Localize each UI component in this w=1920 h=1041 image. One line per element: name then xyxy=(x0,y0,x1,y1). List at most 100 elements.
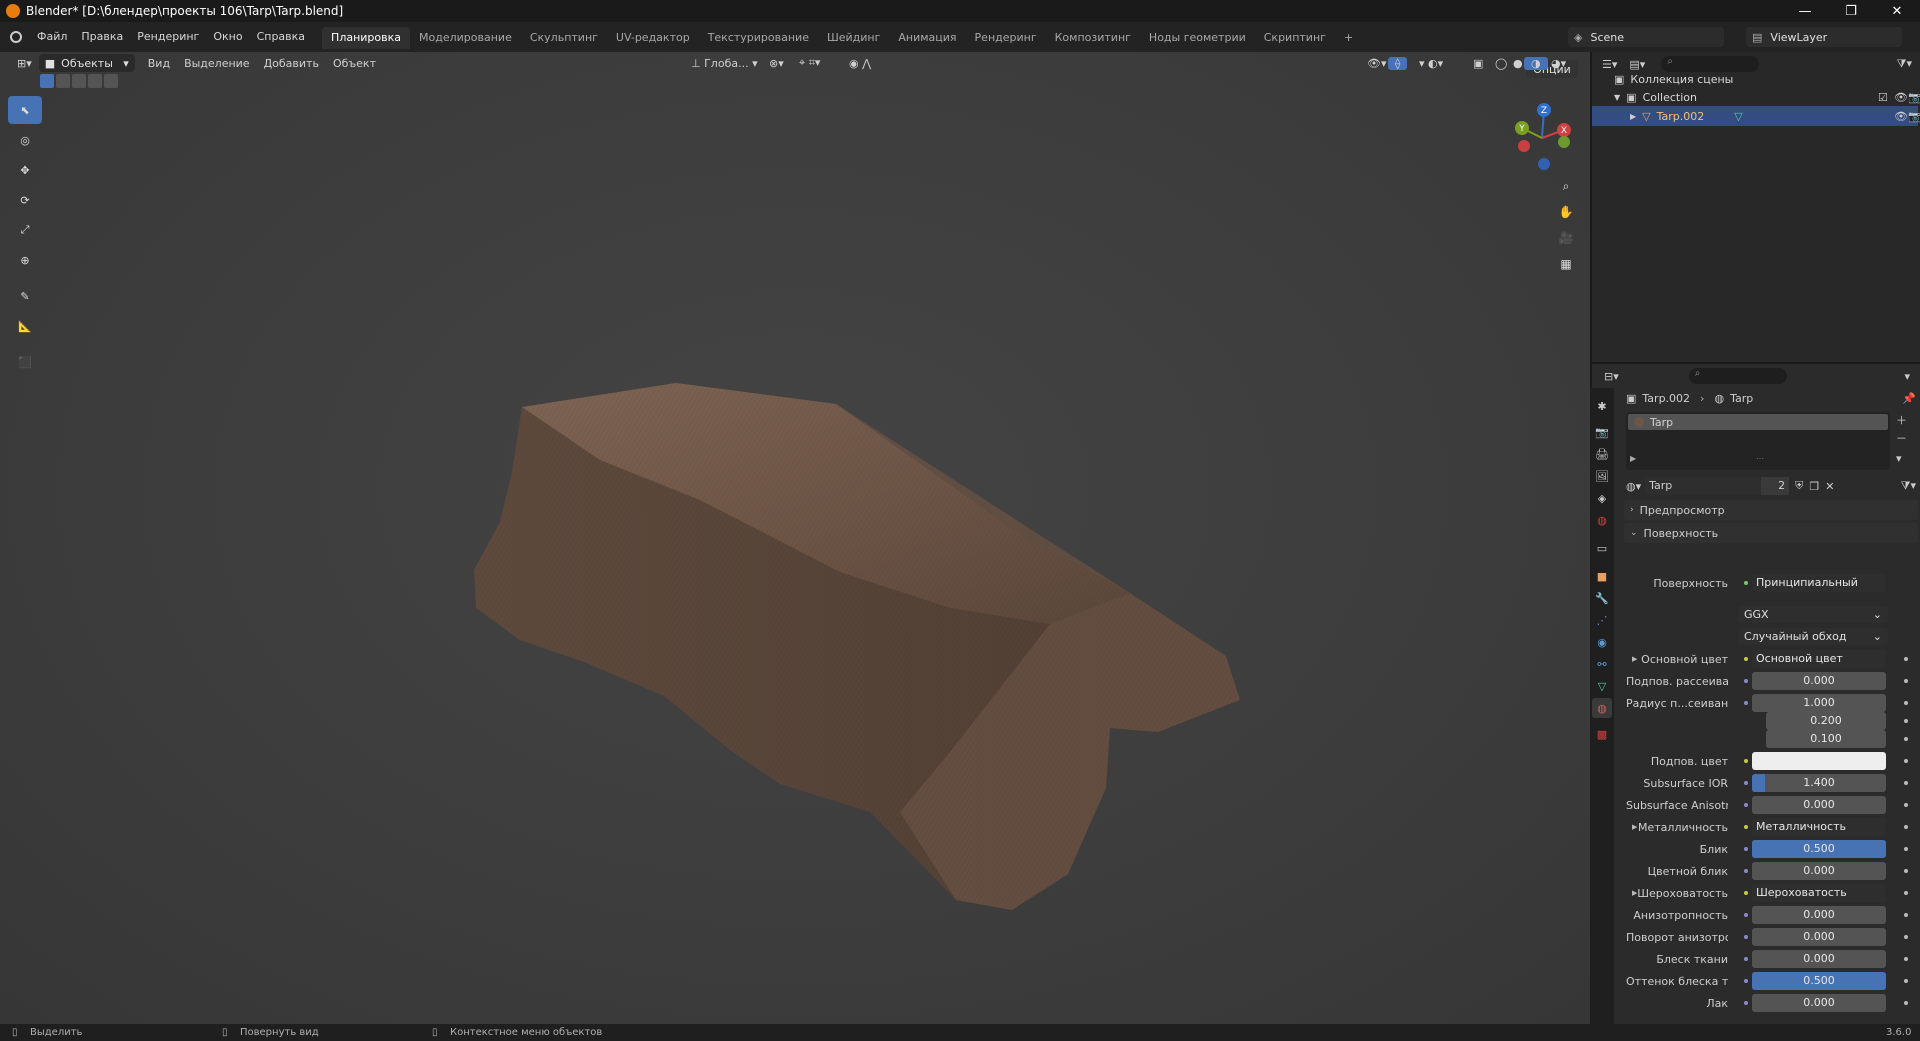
select-intersect-icon[interactable] xyxy=(104,74,118,88)
keyframe-dot-icon[interactable] xyxy=(1904,869,1908,873)
workspace-tab-geometry-nodes[interactable]: Ноды геометрии xyxy=(1140,27,1255,49)
checkbox-icon[interactable]: ☑ xyxy=(1878,91,1888,104)
material-slot-item[interactable]: Tarp xyxy=(1628,414,1888,430)
linked-input-field[interactable]: Металличность xyxy=(1752,818,1886,836)
socket-dot-icon[interactable] xyxy=(1744,869,1748,873)
keyframe-dot-icon[interactable] xyxy=(1904,679,1908,683)
menu-render[interactable]: Рендеринг xyxy=(130,22,206,52)
transform-orientation[interactable]: ⊥ Глоба... ▾ xyxy=(684,57,765,70)
material-users-count[interactable]: 2 xyxy=(1761,477,1790,495)
menu-select[interactable]: Выделение xyxy=(177,57,257,70)
transform-tool[interactable]: ⊕ xyxy=(8,246,42,274)
numeric-field[interactable]: 0.000 xyxy=(1752,950,1886,968)
scene-selector[interactable]: ◈ Scene xyxy=(1568,27,1724,47)
camera-icon[interactable]: 🎥 xyxy=(1554,226,1578,250)
slot-menu-icon[interactable]: ▾ xyxy=(1896,452,1902,465)
surface-shader-field[interactable]: Принципиальный BSDF xyxy=(1752,574,1886,592)
chevron-down-icon[interactable]: ▾ xyxy=(1904,370,1910,383)
select-invert-icon[interactable] xyxy=(88,74,102,88)
properties-editor-icon[interactable]: ⊟▾ xyxy=(1604,370,1619,383)
numeric-field[interactable]: 0.100 xyxy=(1766,730,1886,748)
minimize-button[interactable]: — xyxy=(1782,0,1828,22)
pin-icon[interactable]: 📌 xyxy=(1902,392,1916,405)
annotate-tool[interactable]: ✎ xyxy=(8,282,42,310)
add-slot-button[interactable]: ＋ xyxy=(1896,412,1907,428)
panel-surface[interactable]: ⌄ Поверхность xyxy=(1624,523,1918,543)
workspace-tab-animation[interactable]: Анимация xyxy=(889,27,965,49)
output-tab-icon[interactable]: 🖨 xyxy=(1592,444,1612,464)
socket-dot-icon[interactable] xyxy=(1744,979,1748,983)
socket-dot-icon[interactable] xyxy=(1744,657,1748,661)
view-layer-tab-icon[interactable]: 🖼 xyxy=(1592,466,1612,486)
menu-add[interactable]: Добавить xyxy=(257,57,326,70)
display-mode-icon[interactable]: ▤▾ xyxy=(1629,58,1645,71)
keyframe-dot-icon[interactable] xyxy=(1904,1001,1908,1005)
menu-view[interactable]: Вид xyxy=(141,57,177,70)
outliner-row-scene-collection[interactable]: ▣ Коллекция сцены xyxy=(1592,70,1918,88)
socket-dot-icon[interactable] xyxy=(1744,847,1748,851)
duplicate-icon[interactable]: ❐ xyxy=(1809,480,1819,493)
linked-input-field[interactable]: Шероховатость xyxy=(1752,884,1886,902)
socket-dot-icon[interactable] xyxy=(1744,891,1748,895)
cursor-tool[interactable]: ◎ xyxy=(8,126,42,154)
render-tab-icon[interactable]: 📷 xyxy=(1592,422,1612,442)
camera-render-icon[interactable]: 📷 xyxy=(1908,110,1920,123)
socket-dot-icon[interactable] xyxy=(1744,701,1748,705)
xray-icon[interactable]: ▣ xyxy=(1466,57,1490,70)
expand-arrow-icon[interactable]: ▶ xyxy=(1630,454,1636,463)
navigation-gizmo[interactable]: Z X Y xyxy=(1500,100,1580,172)
proportional-edit-icon[interactable]: ◉ ⋀ xyxy=(842,57,878,70)
material-name-field[interactable]: Tarp xyxy=(1645,477,1762,495)
properties-search-input[interactable]: ⌕ xyxy=(1688,368,1787,384)
workspace-tab-compositing[interactable]: Композитинг xyxy=(1046,27,1140,49)
keyframe-dot-icon[interactable] xyxy=(1904,719,1908,723)
expand-arrow-icon[interactable]: ▼ xyxy=(1614,93,1620,102)
distribution-dropdown[interactable]: GGX ⌄ xyxy=(1738,606,1888,623)
pan-hand-icon[interactable]: ✋ xyxy=(1554,200,1578,224)
socket-dot-icon[interactable] xyxy=(1744,679,1748,683)
filter-icon[interactable]: ⧩▾ xyxy=(1897,57,1912,71)
keyframe-dot-icon[interactable] xyxy=(1904,847,1908,851)
keyframe-dot-icon[interactable] xyxy=(1904,891,1908,895)
panel-preview[interactable]: › Предпросмотр xyxy=(1624,500,1918,520)
collection-tab-icon[interactable]: ▭ xyxy=(1592,538,1612,558)
select-box-tool[interactable]: ⬉ xyxy=(8,96,42,124)
keyframe-dot-icon[interactable] xyxy=(1904,701,1908,705)
keyframe-dot-icon[interactable] xyxy=(1904,979,1908,983)
socket-dot-icon[interactable] xyxy=(1744,803,1748,807)
rendered-shading-icon[interactable]: ◕▾ xyxy=(1544,57,1573,70)
constraints-tab-icon[interactable]: ⚯ xyxy=(1592,654,1612,674)
menu-window[interactable]: Окно xyxy=(206,22,249,52)
workspace-tab-modeling[interactable]: Моделирование xyxy=(410,27,521,49)
color-swatch[interactable] xyxy=(1752,752,1886,770)
numeric-field[interactable]: 1.400 xyxy=(1752,774,1886,792)
view-layer-selector[interactable]: ▤ ViewLayer xyxy=(1746,27,1902,47)
workspace-tab-sculpting[interactable]: Скульптинг xyxy=(521,27,607,49)
workspace-tab-texture[interactable]: Текстурирование xyxy=(699,27,818,49)
socket-dot-icon[interactable] xyxy=(1744,957,1748,961)
remove-slot-button[interactable]: － xyxy=(1896,430,1907,446)
numeric-field[interactable]: 0.200 xyxy=(1766,712,1886,730)
socket-dot-icon[interactable] xyxy=(1744,1001,1748,1005)
rotate-tool[interactable]: ⟳ xyxy=(8,186,42,214)
linked-input-field[interactable]: Основной цвет xyxy=(1752,650,1886,668)
socket-dot-icon[interactable] xyxy=(1744,825,1748,829)
outliner-row-collection[interactable]: ▼ ▣ Collection ☑ 👁 📷 xyxy=(1592,88,1920,106)
keyframe-dot-icon[interactable] xyxy=(1904,759,1908,763)
keyframe-dot-icon[interactable] xyxy=(1904,737,1908,741)
socket-dot-icon[interactable] xyxy=(1744,913,1748,917)
data-tab-icon[interactable]: ▽ xyxy=(1592,676,1612,696)
select-extend-icon[interactable] xyxy=(56,74,70,88)
resize-handle-icon[interactable]: ⋯ xyxy=(1756,454,1764,463)
menu-edit[interactable]: Правка xyxy=(74,22,130,52)
scale-tool[interactable]: ⤢ xyxy=(8,216,42,244)
camera-render-icon[interactable]: 📷 xyxy=(1908,91,1920,104)
keyframe-dot-icon[interactable] xyxy=(1904,803,1908,807)
workspace-tab-shading[interactable]: Шейдинг xyxy=(818,27,889,49)
editor-type-icon[interactable]: ⊞▾ xyxy=(10,57,39,70)
fake-user-shield-icon[interactable]: ⛨ xyxy=(1795,479,1803,493)
numeric-field[interactable]: 0.000 xyxy=(1752,796,1886,814)
socket-dot-icon[interactable] xyxy=(1744,759,1748,763)
numeric-field[interactable]: 0.500 xyxy=(1752,840,1886,858)
socket-dot-icon[interactable] xyxy=(1744,781,1748,785)
